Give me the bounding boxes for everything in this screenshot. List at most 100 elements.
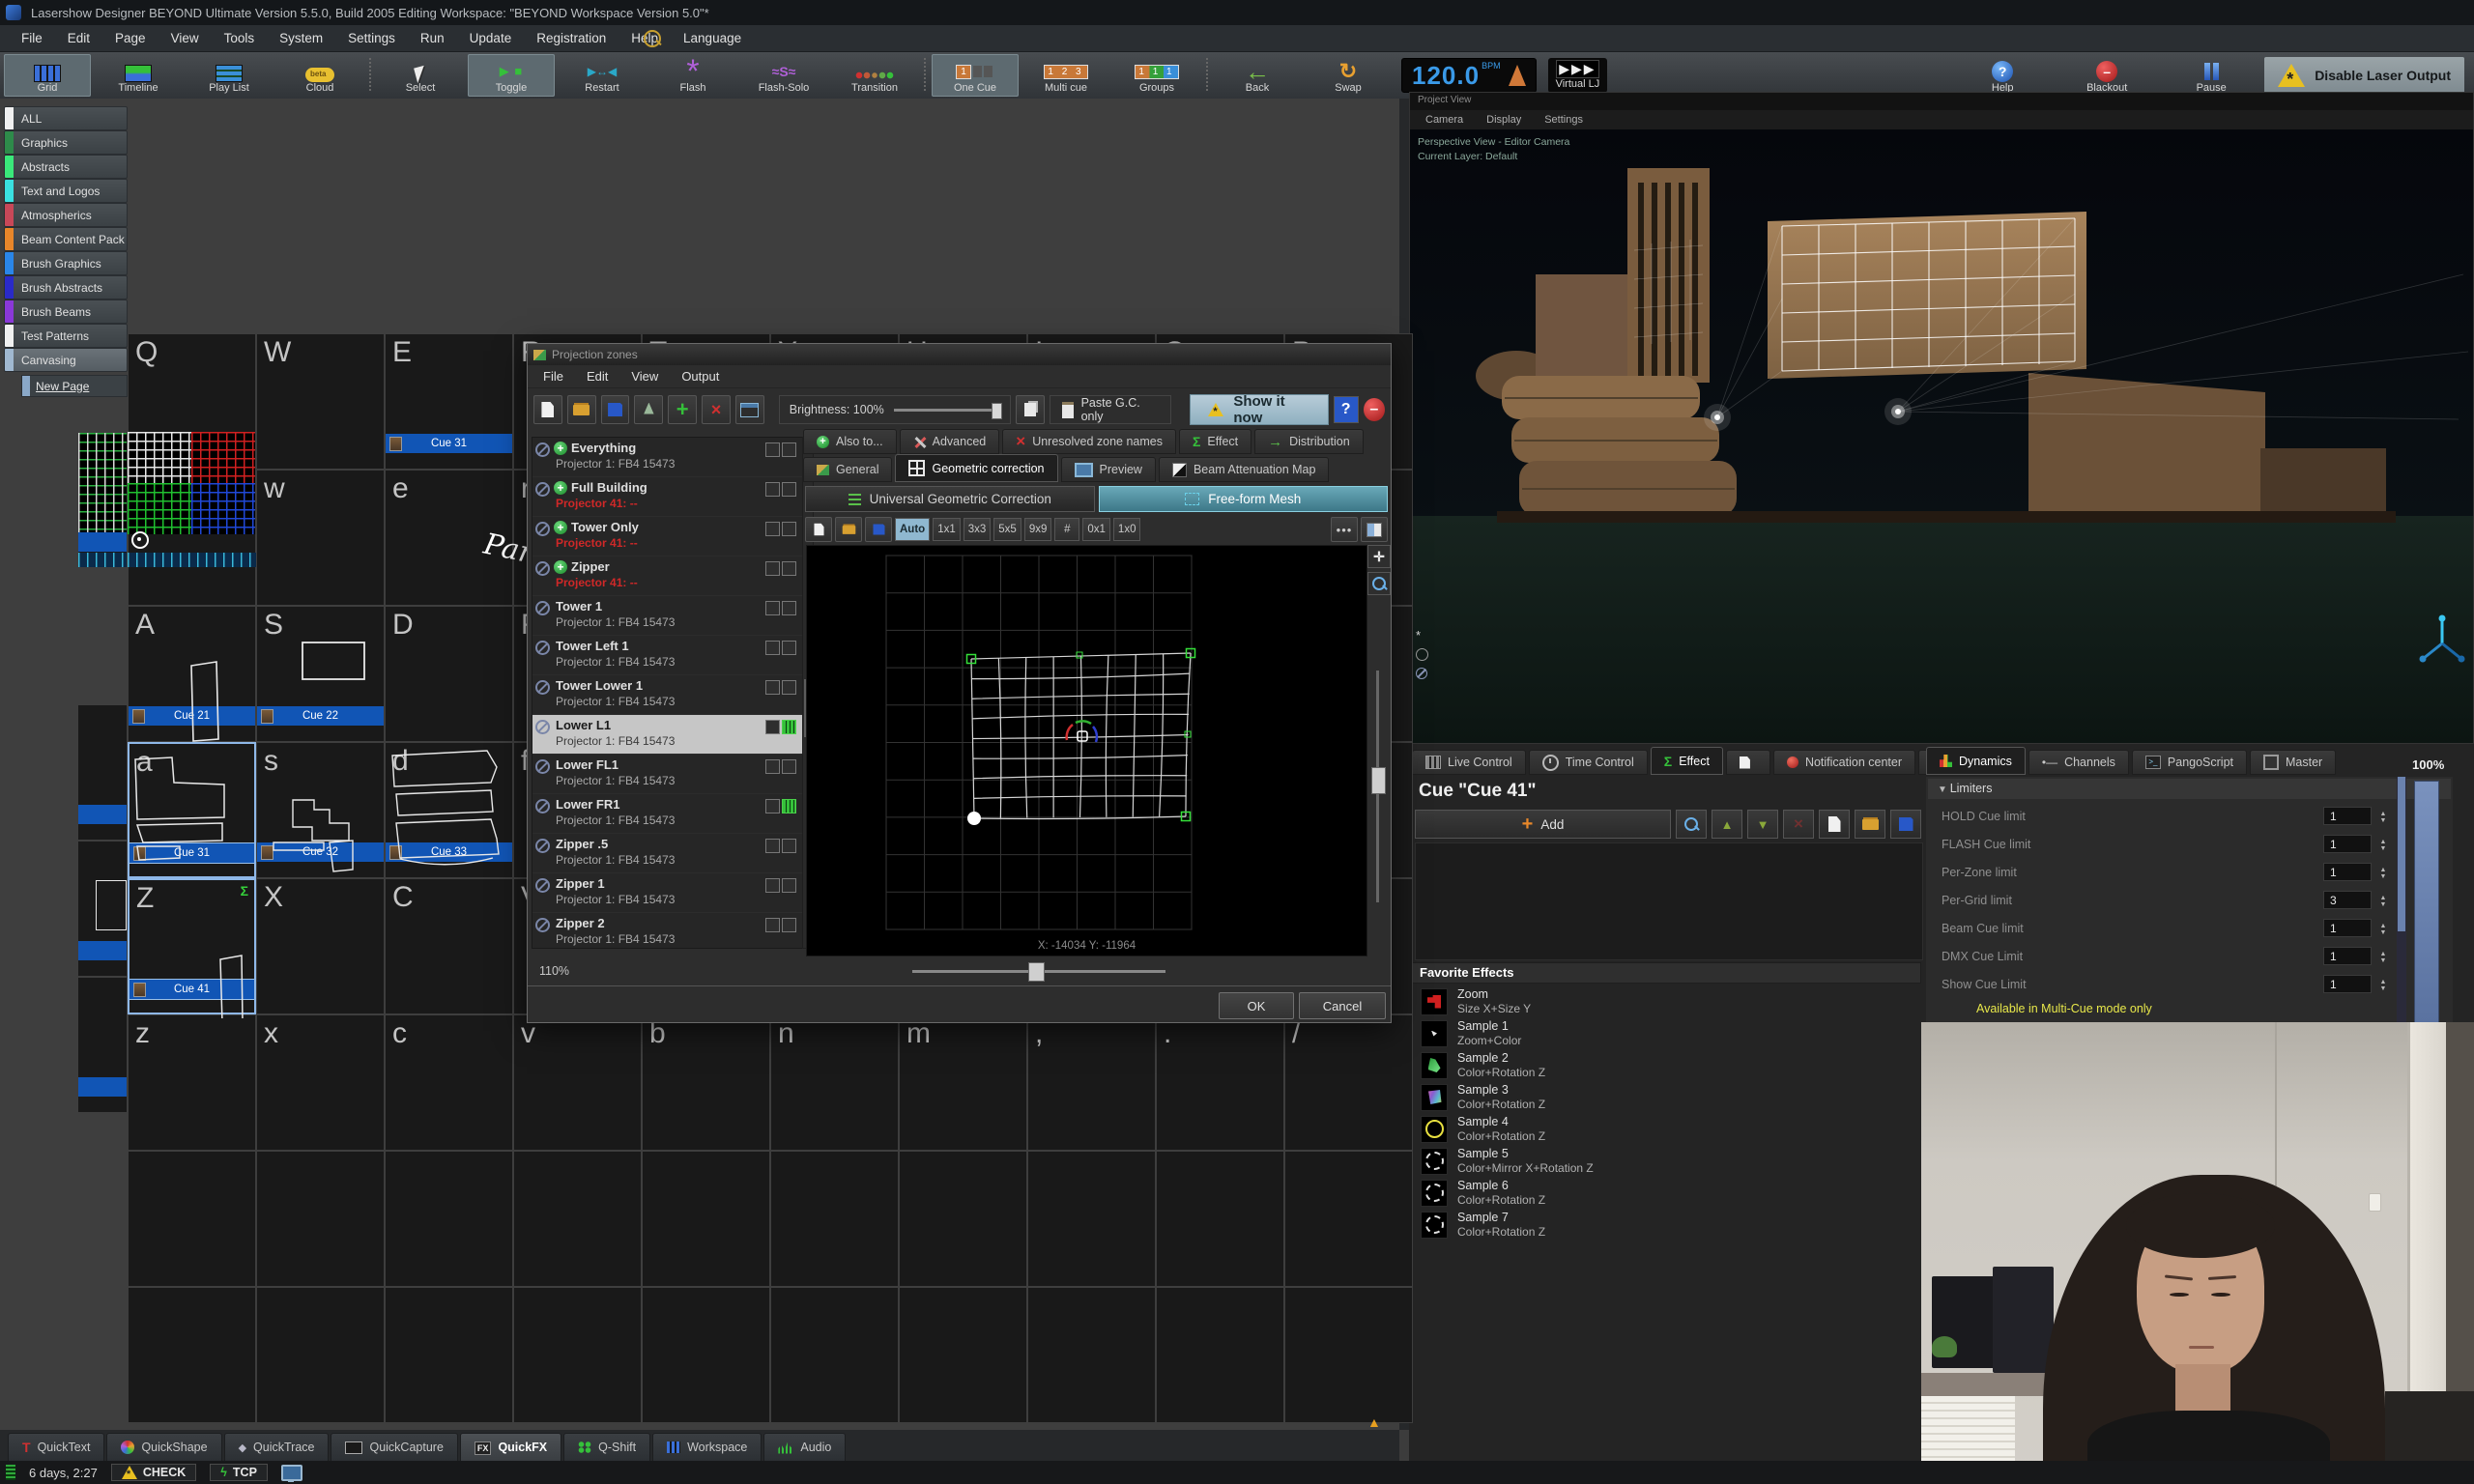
dynamics-tab[interactable]: PangoScript bbox=[2132, 750, 2247, 775]
zone-disabled-icon[interactable] bbox=[535, 601, 550, 615]
canvas-vertical-slider[interactable] bbox=[1376, 671, 1379, 902]
zone-row[interactable]: + Everything Projector 1: FB4 15473 bbox=[532, 438, 803, 477]
control-tab[interactable] bbox=[1726, 750, 1770, 775]
zone-disabled-icon[interactable] bbox=[535, 839, 550, 853]
pan-tool-button[interactable]: ✛ bbox=[1367, 545, 1391, 568]
ok-button[interactable]: OK bbox=[1219, 992, 1294, 1019]
limiter-value-input[interactable]: 1 bbox=[2323, 919, 2372, 937]
cue-cell[interactable]: aCue 31 bbox=[128, 742, 256, 878]
mesh-grid-button[interactable]: Auto bbox=[895, 518, 930, 541]
menu-item[interactable]: Registration bbox=[525, 27, 618, 49]
menu-item[interactable]: Update bbox=[458, 27, 524, 49]
show-it-now-button[interactable]: Show it now bbox=[1190, 394, 1328, 425]
zone-disabled-icon[interactable] bbox=[535, 522, 550, 536]
cue-cell[interactable]: e bbox=[385, 470, 513, 606]
zone-option-tab[interactable]: Effect bbox=[1179, 429, 1251, 454]
slider-thumb[interactable] bbox=[1371, 767, 1386, 794]
gc-mode-button[interactable]: Free-form Mesh bbox=[1099, 486, 1389, 512]
dynamics-tab[interactable]: Master bbox=[2250, 750, 2336, 775]
gc-mode-button[interactable]: Universal Geometric Correction bbox=[805, 486, 1095, 512]
expand-arrow-icon[interactable]: ▲ bbox=[1367, 1414, 1381, 1430]
sidebar-item-new-page[interactable]: New Page bbox=[21, 375, 128, 397]
cue-cell[interactable] bbox=[770, 1151, 899, 1287]
control-tab[interactable]: Notification center bbox=[1773, 750, 1915, 775]
toolbar-button[interactable]: One Cue bbox=[932, 54, 1019, 97]
toolbar-button[interactable]: Transition bbox=[831, 54, 918, 97]
cue-cell[interactable] bbox=[899, 1151, 1027, 1287]
slider-thumb[interactable] bbox=[992, 403, 1002, 419]
add-zone-button[interactable]: + bbox=[668, 395, 697, 424]
zone-flag-checkbox[interactable] bbox=[765, 601, 780, 615]
sidebar-category[interactable]: Atmospherics bbox=[4, 203, 128, 227]
projector-button[interactable] bbox=[634, 395, 663, 424]
zone-flag-checkbox[interactable] bbox=[765, 641, 780, 655]
zone-flag-checkbox[interactable] bbox=[765, 680, 780, 695]
toolbar-button[interactable]: Help bbox=[1959, 54, 2046, 97]
favorite-effect-item[interactable]: Sample 2Color+Rotation Z bbox=[1409, 1049, 1921, 1081]
zone-flag-checkbox[interactable] bbox=[765, 442, 780, 457]
dialog-help-button[interactable]: ? bbox=[1334, 396, 1359, 423]
cue-cell-partial[interactable] bbox=[77, 977, 128, 1113]
zone-flag-checkbox[interactable] bbox=[765, 720, 780, 734]
favorite-effect-item[interactable]: Sample 1Zoom+Color bbox=[1409, 1017, 1921, 1049]
dialog-title-bar[interactable]: Projection zones bbox=[528, 344, 1391, 365]
toolbar-button[interactable]: Play List bbox=[186, 54, 273, 97]
display-status-icon[interactable] bbox=[281, 1465, 302, 1481]
quick-tool-tab[interactable]: Audio bbox=[763, 1433, 846, 1461]
zone-row[interactable]: + Tower Lower 1 Projector 1: FB4 15473 bbox=[532, 675, 803, 715]
sidebar-category[interactable]: Brush Abstracts bbox=[4, 275, 128, 300]
spinner-control[interactable]: ▲▼ bbox=[2375, 807, 2391, 827]
cue-cell[interactable]: z bbox=[128, 1014, 256, 1151]
cue-cell[interactable]: n bbox=[770, 1014, 899, 1151]
preview-menu-item[interactable]: Display bbox=[1477, 112, 1531, 128]
zone-disabled-icon[interactable] bbox=[535, 680, 550, 695]
zone-flag-checkbox[interactable] bbox=[765, 482, 780, 497]
brightness-icon[interactable]: * bbox=[1416, 629, 1428, 642]
cue-cell[interactable] bbox=[642, 1151, 770, 1287]
zone-grid-checkbox[interactable] bbox=[782, 720, 796, 734]
panel-scrollbar[interactable] bbox=[2397, 777, 2406, 1022]
zone-row[interactable]: + Tower Only Projector 41: -- bbox=[532, 517, 803, 556]
cue-cell[interactable] bbox=[770, 1287, 899, 1423]
menu-item[interactable]: Tools bbox=[213, 27, 267, 49]
zone-disabled-icon[interactable] bbox=[535, 720, 550, 734]
zone-row[interactable]: + Lower FL1 Projector 1: FB4 15473 bbox=[532, 755, 803, 794]
favorite-effect-item[interactable]: Sample 7Color+Rotation Z bbox=[1409, 1209, 1921, 1241]
mesh-grid-button[interactable]: 3x3 bbox=[964, 518, 992, 541]
menu-item[interactable]: Settings bbox=[336, 27, 407, 49]
toolbar-button[interactable]: Back bbox=[1214, 54, 1301, 97]
cue-cell[interactable] bbox=[1156, 1151, 1284, 1287]
cue-cell[interactable]: X bbox=[256, 878, 385, 1014]
cue-cell[interactable]: ECue 31 bbox=[385, 333, 513, 470]
cue-cell[interactable] bbox=[128, 1151, 256, 1287]
cue-cell[interactable]: x bbox=[256, 1014, 385, 1151]
quick-tool-tab[interactable]: Q-Shift bbox=[563, 1433, 650, 1461]
zoom-tool-button[interactable] bbox=[1367, 572, 1391, 595]
zone-grid-checkbox[interactable] bbox=[782, 759, 796, 774]
sidebar-category[interactable]: Test Patterns bbox=[4, 324, 128, 348]
cue-cell[interactable]: QCue 21 bbox=[128, 333, 256, 470]
zone-row[interactable]: + Zipper .5 Projector 1: FB4 15473 bbox=[532, 834, 803, 873]
toolbar-button[interactable]: Toggle bbox=[468, 54, 555, 97]
mesh-grid-button[interactable]: 9x9 bbox=[1024, 518, 1052, 541]
toolbar-button[interactable]: Multi cue bbox=[1022, 54, 1109, 97]
cue-cell[interactable]: C bbox=[385, 878, 513, 1014]
mesh-save-button[interactable] bbox=[865, 517, 892, 542]
mesh-new-button[interactable] bbox=[805, 517, 832, 542]
cue-cell[interactable] bbox=[513, 1287, 642, 1423]
toolbar-button[interactable]: betaCloud bbox=[276, 54, 363, 97]
quick-tool-tab[interactable]: QuickTrace bbox=[224, 1433, 330, 1461]
quick-tool-tab[interactable]: Workspace bbox=[652, 1433, 762, 1461]
brightness-slider[interactable] bbox=[894, 409, 1000, 412]
cue-cell[interactable]: c bbox=[385, 1014, 513, 1151]
cue-cell[interactable] bbox=[385, 1287, 513, 1423]
axis-gizmo-icon[interactable] bbox=[2417, 614, 2467, 669]
favorite-effect-item[interactable]: Sample 5Color+Mirror X+Rotation Z bbox=[1409, 1145, 1921, 1177]
menu-item[interactable]: Run bbox=[409, 27, 456, 49]
spinner-control[interactable]: ▲▼ bbox=[2375, 919, 2391, 939]
zone-flag-checkbox[interactable] bbox=[765, 561, 780, 576]
menu-item[interactable]: Language bbox=[672, 27, 753, 49]
zone-flag-checkbox[interactable] bbox=[765, 759, 780, 774]
cue-cell[interactable] bbox=[1027, 1151, 1156, 1287]
limiters-section-header[interactable]: Limiters bbox=[1928, 779, 2451, 799]
